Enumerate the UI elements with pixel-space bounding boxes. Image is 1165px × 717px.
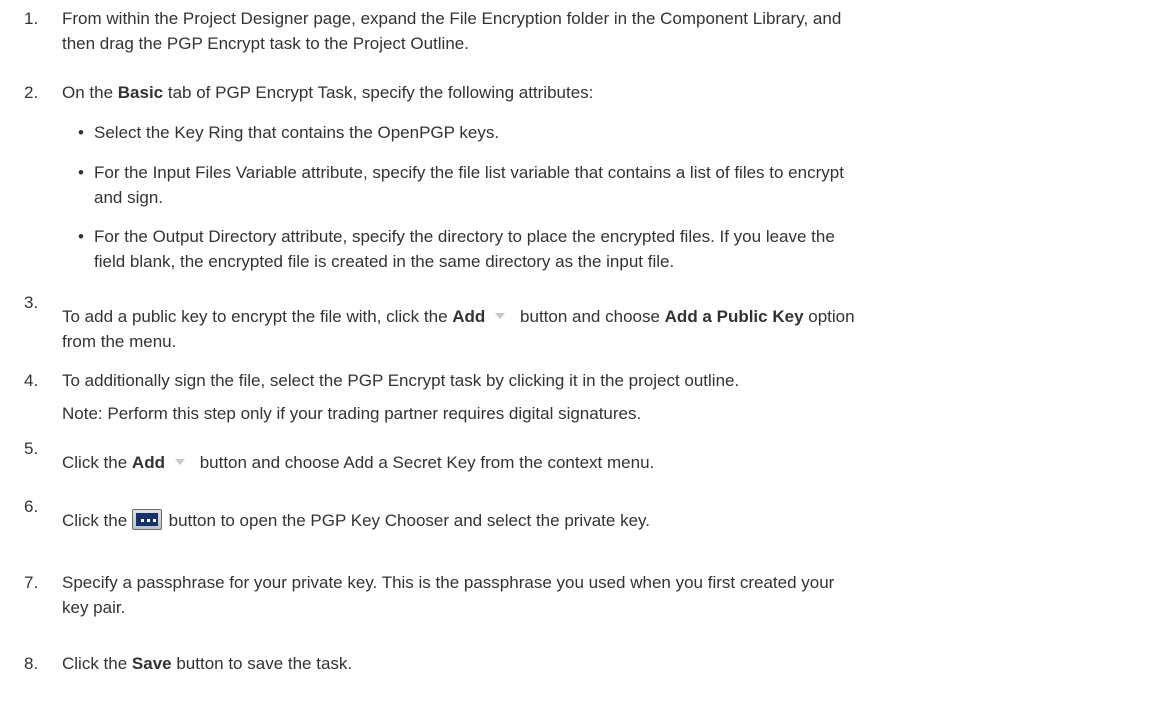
text-run: button to open the PGP Key Chooser and s… xyxy=(163,511,650,530)
bullet-icon: • xyxy=(78,163,84,182)
save-button-label: Save xyxy=(131,654,172,673)
bullet-icon: • xyxy=(78,227,84,246)
text-run: button and choose xyxy=(515,307,665,326)
bullet-text: For the Input Files Variable attribute, … xyxy=(94,160,1141,210)
text-run: button and choose Add a Secret Key from … xyxy=(194,453,655,472)
step-number: 8. xyxy=(24,654,39,673)
bullet-line: and sign. xyxy=(94,188,163,207)
step-number: 6. xyxy=(24,497,39,516)
step-number: 1. xyxy=(24,9,39,28)
step-text: To add a public key to encrypt the file … xyxy=(62,304,1141,354)
add-button-label: Add xyxy=(452,307,486,326)
bold-term: Add a Public Key xyxy=(664,307,804,326)
bold-term: Basic xyxy=(117,83,164,102)
step-text: To additionally sign the file, select th… xyxy=(62,368,1141,426)
text-run: Click the xyxy=(62,654,132,673)
step-line: From within the Project Designer page, e… xyxy=(62,9,842,28)
text-run: To add a public key to encrypt the file … xyxy=(62,307,453,326)
step-number: 4. xyxy=(24,371,39,390)
step-text: Click the Add button and choose Add a Se… xyxy=(62,450,1141,475)
text-run: tab of PGP Encrypt Task, specify the fol… xyxy=(163,83,594,102)
bullet-line: For the Input Files Variable attribute, … xyxy=(94,163,844,182)
chevron-down-icon xyxy=(495,313,506,320)
text-run: On the xyxy=(62,83,118,102)
text-run: Click the xyxy=(62,453,132,472)
step-number: 5. xyxy=(24,439,39,458)
ellipsis-button-icon xyxy=(131,509,162,530)
step-text: Click the Save button to save the task. xyxy=(62,651,1141,676)
text-run: Click the xyxy=(62,511,132,530)
instructions-document: 1. From within the Project Designer page… xyxy=(0,0,1165,717)
step-line: To add a public key to encrypt the file … xyxy=(62,304,1141,329)
add-button-label: Add xyxy=(131,453,165,472)
step-line: Specify a passphrase for your private ke… xyxy=(62,573,835,592)
bullet-text: Select the Key Ring that contains the Op… xyxy=(94,123,500,142)
step-number: 3. xyxy=(24,293,39,312)
step-number: 7. xyxy=(24,573,39,592)
step-line: To additionally sign the file, select th… xyxy=(62,371,740,390)
step-text: On the Basic tab of PGP Encrypt Task, sp… xyxy=(62,80,1141,105)
bullet-text: For the Output Directory attribute, spec… xyxy=(94,224,1141,274)
bullet-line: field blank, the encrypted file is creat… xyxy=(94,252,675,271)
bullet-line: For the Output Directory attribute, spec… xyxy=(94,227,835,246)
step-text: Click the button to open the PGP Key Cho… xyxy=(62,508,1141,533)
step-text: Specify a passphrase for your private ke… xyxy=(62,570,1141,620)
chevron-down-icon xyxy=(174,459,185,466)
bullet-icon: • xyxy=(78,123,84,142)
text-run: button to save the task. xyxy=(171,654,353,673)
step-line: from the menu. xyxy=(62,332,177,351)
step-line: key pair. xyxy=(62,598,126,617)
step-text: From within the Project Designer page, e… xyxy=(62,6,1141,56)
text-run: option xyxy=(803,307,855,326)
step-line: then drag the PGP Encrypt task to the Pr… xyxy=(62,34,469,53)
step-number: 2. xyxy=(24,83,39,102)
note-text: Note: Perform this step only if your tra… xyxy=(62,404,642,423)
